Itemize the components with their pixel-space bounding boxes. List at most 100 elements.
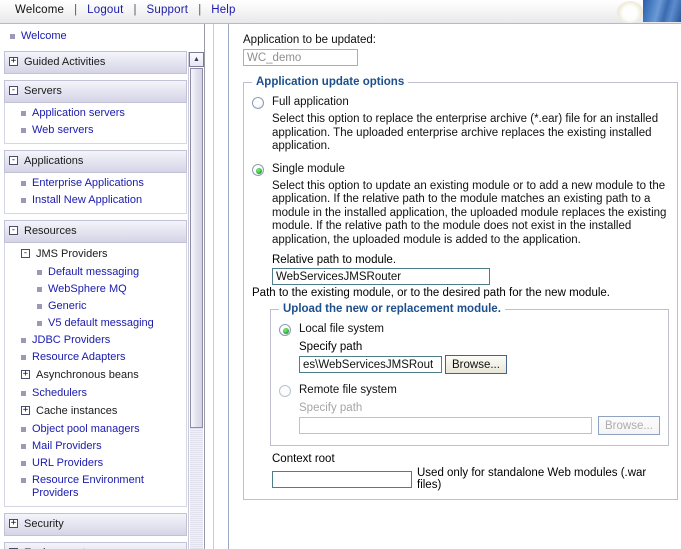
context-root-note: Used only for standalone Web modules (.w… [417,467,647,491]
bullet-icon [21,128,26,133]
sidebar-item-label: Resource Environment Providers [32,474,144,499]
remote-path-input[interactable] [299,417,592,434]
radio-single-module[interactable] [252,163,264,176]
sidebar-item-web-servers[interactable]: Web servers [5,122,186,139]
sidebar-item-label: Generic [48,300,87,312]
bullet-icon [37,304,42,309]
radio-full-application[interactable] [252,97,264,109]
full-application-description: Select this option to replace the enterp… [272,113,659,152]
scrollbar-thumb[interactable] [190,68,203,428]
sidebar-item-generic[interactable]: Generic [5,298,186,315]
sidebar-item-label: Enterprise Applications [32,177,144,189]
sidebar-item-url-providers[interactable]: URL Providers [5,455,186,472]
sidebar-item-object-pool-managers[interactable]: Object pool managers [5,421,186,438]
sidebar-item-label: Welcome [21,30,67,42]
expand-plus-icon[interactable]: + [9,57,18,66]
sidebar-section-environment[interactable]: + Environment [4,542,187,549]
topnav-item-support[interactable]: Support [138,4,198,16]
top-bar: Welcome | Logout | Support | Help [0,0,681,24]
sidebar-section-label: Guided Activities [24,56,106,68]
sidebar-subsection-jms-providers[interactable]: - JMS Providers [5,245,186,264]
relative-path-label: Relative path to module. [272,254,397,266]
bullet-icon [37,287,42,292]
relative-path-note: Path to the existing module, or to the d… [252,287,610,299]
sidebar-item-mail-providers[interactable]: Mail Providers [5,438,186,455]
topnav-item-logout[interactable]: Logout [78,4,132,16]
bullet-icon [37,270,42,275]
remote-specify-path-label: Specify path [299,402,363,414]
sidebar-item-asynchronous-beans[interactable]: + Asynchronous beans [5,366,186,385]
main-content: Application to be updated: Application u… [233,24,681,549]
radio-row-local-file-system[interactable]: Local file system [279,323,660,336]
single-module-description: Select this option to update an existing… [272,179,667,246]
sidebar-subsection-label: JMS Providers [36,248,108,260]
radio-label-full-application: Full application [272,96,349,108]
sidebar-section-guided-activities[interactable]: + Guided Activities [4,51,187,74]
collapse-minus-icon[interactable]: - [9,226,18,235]
sidebar-section-resources[interactable]: - Resources [4,220,187,243]
sidebar-item-install-new-application[interactable]: Install New Application [5,192,186,209]
sidebar-item-label: Mail Providers [32,440,102,452]
sidebar-section-label: Resources [24,225,77,237]
local-specify-path-label: Specify path [299,341,363,353]
sidebar-item-label: Schedulers [32,387,88,399]
sidebar-section-security[interactable]: + Security [4,513,187,536]
sidebar-item-welcome[interactable]: Welcome [4,28,187,45]
sidebar-item-resource-environment-providers[interactable]: Resource Environment Providers [5,472,175,502]
local-path-input[interactable] [299,356,442,373]
topnav-item-welcome[interactable]: Welcome [6,4,73,16]
sidebar-item-enterprise-applications[interactable]: Enterprise Applications [5,175,186,192]
bullet-icon [21,355,26,360]
sidebar-group-servers: Application servers Web servers [4,103,187,144]
local-browse-button[interactable]: Browse... [445,355,507,374]
radio-row-full-application[interactable]: Full application [252,96,669,109]
radio-remote-file-system[interactable] [279,385,291,397]
sidebar-section-label: Security [24,518,64,530]
application-name-field [243,49,358,66]
application-to-be-updated-label: Application to be updated: [243,34,376,46]
context-root-input[interactable] [272,470,412,488]
bullet-icon [37,321,42,326]
collapse-minus-icon[interactable]: - [21,249,30,258]
sidebar-item-label: Web servers [32,124,94,136]
sidebar-section-servers[interactable]: - Servers [4,80,187,103]
sidebar-item-v5-default-messaging[interactable]: V5 default messaging [5,315,186,332]
sidebar-item-schedulers[interactable]: Schedulers [5,385,186,402]
bullet-icon [21,444,26,449]
bullet-icon [21,338,26,343]
collapse-minus-icon[interactable]: - [9,86,18,95]
sidebar-scrollbar[interactable]: ▲ ▼ [188,52,204,549]
sidebar-item-label: Default messaging [48,266,140,278]
collapse-minus-icon[interactable]: - [9,156,18,165]
expand-plus-icon[interactable]: + [21,370,30,379]
expand-plus-icon[interactable]: + [21,406,30,415]
sidebar-item-websphere-mq[interactable]: WebSphere MQ [5,281,186,298]
application-update-options-group: Application update options Full applicat… [243,76,678,500]
sidebar-item-cache-instances[interactable]: + Cache instances [5,402,186,421]
sidebar-section-applications[interactable]: - Applications [4,150,187,173]
sidebar-item-label: JDBC Providers [32,334,111,346]
bullet-icon [21,111,26,116]
remote-browse-button[interactable]: Browse... [598,416,660,435]
sidebar-item-jdbc-providers[interactable]: JDBC Providers [5,332,186,349]
scroll-up-arrow-icon[interactable]: ▲ [189,52,204,67]
upload-module-legend: Upload the new or replacement module. [283,303,501,315]
radio-row-single-module[interactable]: Single module [252,163,669,176]
sidebar-item-label: URL Providers [32,457,104,469]
scrollbar-track[interactable] [190,68,203,549]
sidebar-item-resource-adapters[interactable]: Resource Adapters [5,349,186,366]
sidebar-section-label: Servers [24,85,62,97]
panel-divider [213,24,214,549]
sidebar-group-applications: Enterprise Applications Install New Appl… [4,173,187,214]
sidebar-panel: Welcome + Guided Activities - Servers Ap… [0,24,205,549]
relative-path-input[interactable] [272,268,490,285]
sidebar-item-application-servers[interactable]: Application servers [5,105,186,122]
sidebar-item-default-messaging[interactable]: Default messaging [5,264,186,281]
radio-label-single-module: Single module [272,162,345,175]
expand-plus-icon[interactable]: + [9,519,18,528]
radio-label-local-file-system: Local file system [299,323,385,335]
topnav-item-help[interactable]: Help [202,4,244,16]
radio-local-file-system[interactable] [279,324,291,336]
radio-row-remote-file-system[interactable]: Remote file system [279,384,660,397]
globe-logo-icon [617,1,643,23]
